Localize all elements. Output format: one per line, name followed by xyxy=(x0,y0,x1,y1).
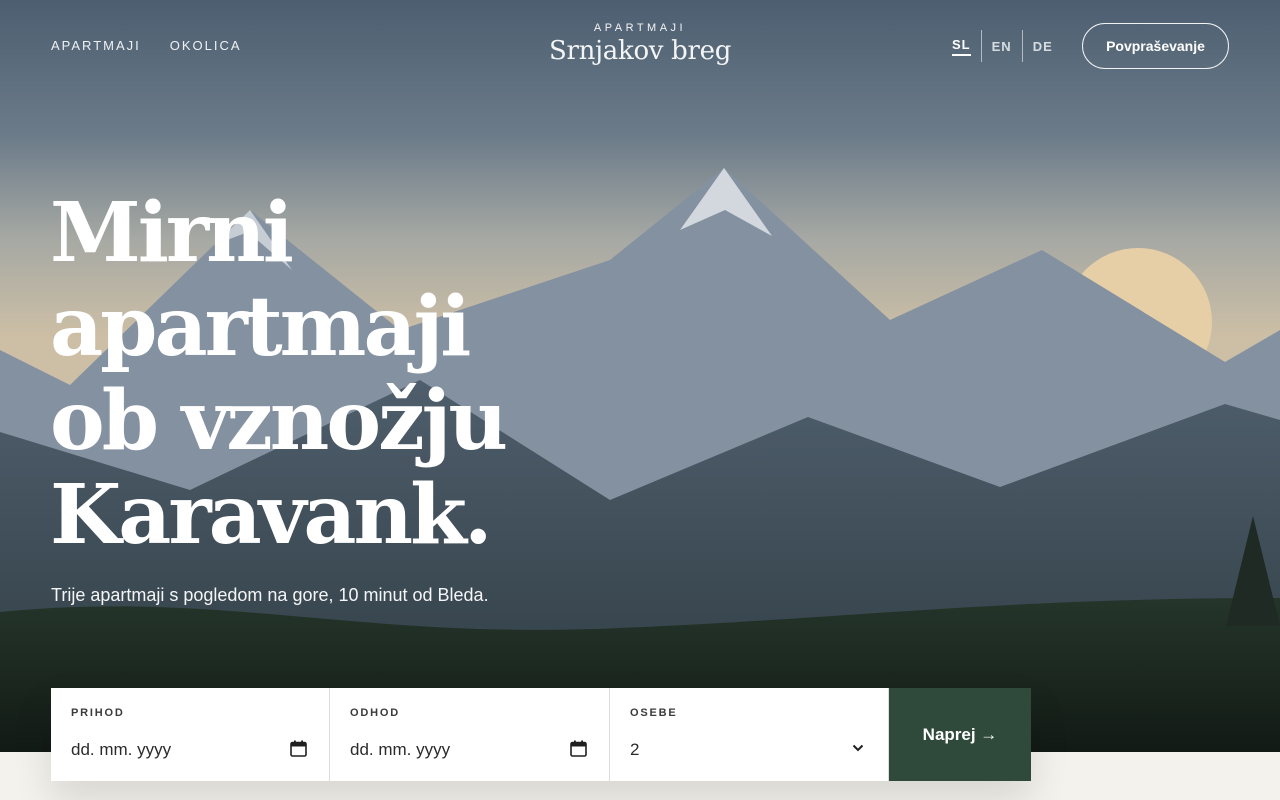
departure-date-input[interactable]: dd. mm. yyyy xyxy=(350,740,450,760)
calendar-icon[interactable] xyxy=(570,740,587,757)
hero-headline: Mirni apartmaji ob vznožju Karavank. xyxy=(50,186,650,562)
headline-line: Karavank. xyxy=(50,467,493,563)
arrival-field[interactable]: PRIHOD dd. mm. yyyy xyxy=(51,688,330,781)
next-button[interactable]: Naprej → xyxy=(889,688,1031,781)
lang-en[interactable]: EN xyxy=(982,30,1022,62)
guests-label: OSEBE xyxy=(630,707,678,719)
guests-field[interactable]: OSEBE 2 xyxy=(610,688,889,781)
lang-en-label: EN xyxy=(991,38,1012,54)
departure-field[interactable]: ODHOD dd. mm. yyyy xyxy=(330,688,610,781)
lang-de[interactable]: DE xyxy=(1023,30,1063,62)
inquiry-button[interactable]: Povpraševanje xyxy=(1082,23,1229,69)
lang-de-label: DE xyxy=(1032,38,1053,54)
lang-sl-label: SL xyxy=(952,37,971,56)
headline-line: Mirni xyxy=(50,185,294,281)
departure-label: ODHOD xyxy=(350,707,400,719)
headline-line: ob vznožju xyxy=(50,373,508,469)
chevron-down-icon[interactable] xyxy=(852,743,864,753)
guests-select[interactable]: 2 xyxy=(630,740,639,760)
lang-sl[interactable]: SL xyxy=(942,30,981,62)
hero-tagline: Trije apartmaji s pogledom na gore, 10 m… xyxy=(51,585,489,605)
calendar-icon[interactable] xyxy=(290,740,307,757)
arrival-label: PRIHOD xyxy=(71,707,125,719)
arrival-date-input[interactable]: dd. mm. yyyy xyxy=(71,740,171,760)
booking-form: PRIHOD dd. mm. yyyy ODHOD dd. mm. yyyy O… xyxy=(51,688,1031,781)
headline-line: apartmaji xyxy=(50,279,471,375)
hero-section: APARTMAJI OKOLICA APARTMAJI Srnjakov bre… xyxy=(0,0,1280,752)
language-switcher: SL EN DE xyxy=(942,30,1063,62)
